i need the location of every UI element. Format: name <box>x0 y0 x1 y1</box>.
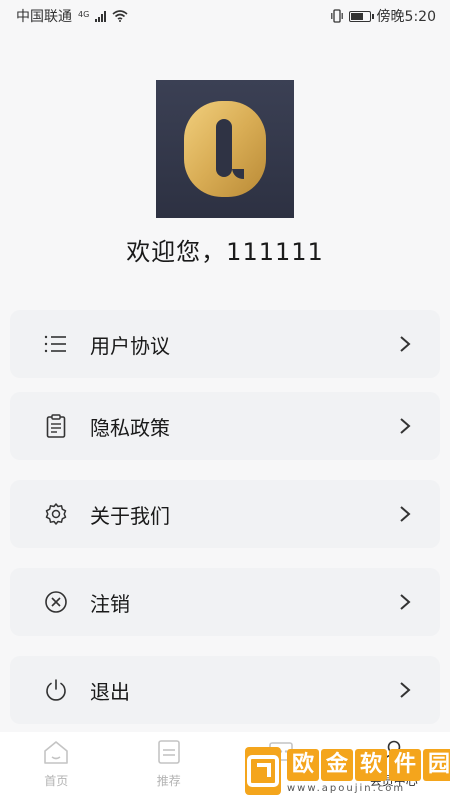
watermark-char: 园 <box>423 748 450 781</box>
status-right: 傍晚5:20 <box>330 6 436 26</box>
menu-item-label: 用户协议 <box>90 333 170 358</box>
app-logo <box>156 80 294 218</box>
battery-icon <box>348 10 374 22</box>
network-type: 4G <box>78 10 90 19</box>
power-icon <box>42 676 70 704</box>
menu-item-label: 注销 <box>90 591 130 616</box>
chevron-right-icon <box>400 506 411 522</box>
wifi-icon <box>112 10 128 22</box>
tab-home[interactable]: 首页 <box>0 732 113 800</box>
watermark-url: www.apoujin.com <box>287 782 406 794</box>
site-watermark: 欧 金 软 件 园 www.apoujin.com <box>245 742 450 800</box>
signal-icon <box>95 10 107 22</box>
watermark-char: 金 <box>321 748 353 781</box>
list-icon <box>42 330 70 358</box>
chevron-right-icon <box>400 418 411 434</box>
clipboard-icon <box>42 412 70 440</box>
welcome-text: 欢迎您，111111 <box>126 238 324 266</box>
carrier-name: 中国联通 <box>16 9 72 25</box>
menu-item-label: 关于我们 <box>90 503 170 528</box>
logo-mark-icon <box>184 101 266 197</box>
chevron-right-icon <box>400 336 411 352</box>
watermark-logo-icon <box>245 747 281 795</box>
watermark-char: 欧 <box>287 748 319 781</box>
menu-item-privacy-policy[interactable]: 隐私政策 <box>10 392 440 460</box>
menu-item-about-us[interactable]: 关于我们 <box>10 480 440 548</box>
chevron-right-icon <box>400 594 411 610</box>
watermark-char: 件 <box>389 748 421 781</box>
watermark-char: 软 <box>355 748 387 781</box>
watermark-text: 欧 金 软 件 园 www.apoujin.com <box>287 748 450 794</box>
watermark-title: 欧 金 软 件 园 <box>287 748 450 781</box>
gear-icon <box>42 500 70 528</box>
tab-label: 首页 <box>44 774 69 788</box>
menu-item-label: 隐私政策 <box>90 415 170 440</box>
circle-x-icon <box>42 588 70 616</box>
menu-item-label: 退出 <box>90 679 130 704</box>
tab-label: 推荐 <box>156 774 181 788</box>
chevron-right-icon <box>400 682 411 698</box>
home-icon <box>44 741 69 764</box>
document-icon <box>157 740 180 764</box>
status-bar: 中国联通 4G 傍晚5:20 <box>0 0 450 32</box>
menu-item-exit[interactable]: 退出 <box>10 656 440 724</box>
status-left: 中国联通 4G <box>16 6 128 26</box>
menu-item-user-agreement[interactable]: 用户协议 <box>10 310 440 378</box>
clock: 傍晚5:20 <box>376 9 436 25</box>
vibrate-icon <box>330 9 343 23</box>
menu-item-logout-account[interactable]: 注销 <box>10 568 440 636</box>
tab-recommend[interactable]: 推荐 <box>113 732 226 800</box>
